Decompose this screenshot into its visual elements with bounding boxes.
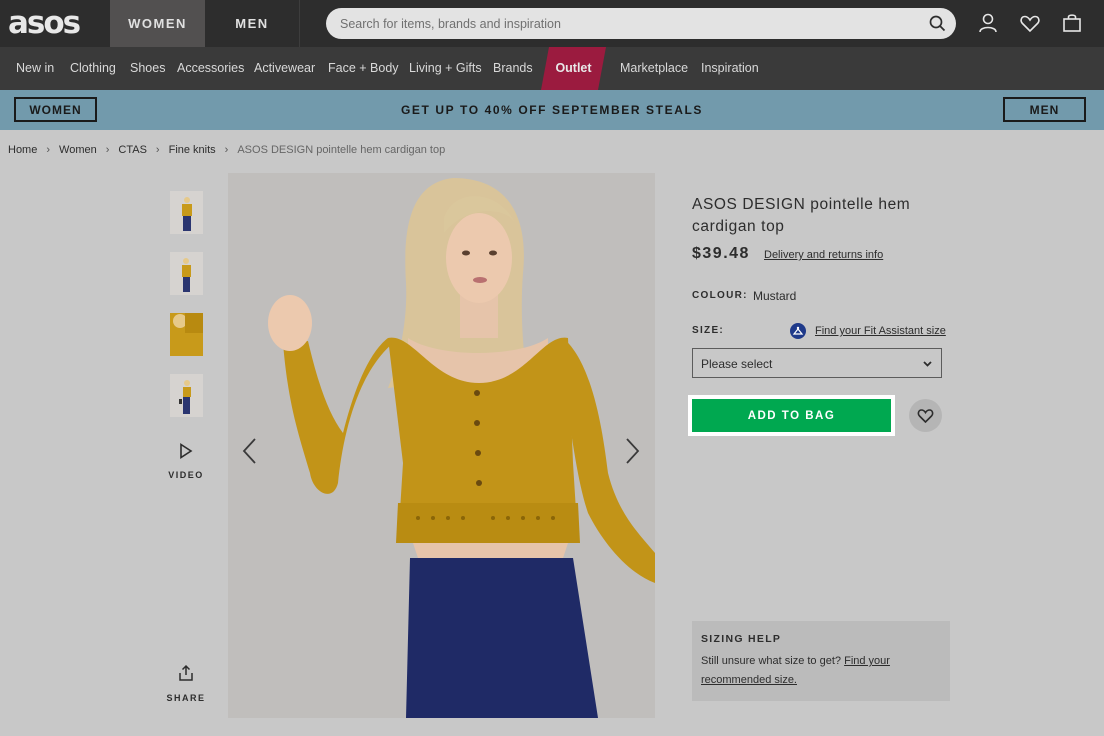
product-thumbnail[interactable] <box>170 252 203 295</box>
breadcrumb-separator: › <box>224 144 229 156</box>
chevron-down-icon <box>923 361 932 367</box>
product-main-image[interactable] <box>228 173 655 718</box>
breadcrumb: Home › Women › CTAS › Fine knits › ASOS DESIGN p… <box>8 144 445 156</box>
breadcrumb-separator: › <box>155 144 160 156</box>
product-thumbnail[interactable] <box>170 191 203 234</box>
nav-item-inspiration[interactable]: Inspiration <box>701 47 759 90</box>
product-thumbnail[interactable] <box>170 313 203 356</box>
colour-label: COLOUR: <box>692 290 748 301</box>
play-icon <box>180 443 193 459</box>
search-input[interactable] <box>340 8 920 39</box>
size-label: SIZE: <box>692 325 725 336</box>
nav-item-shoes[interactable]: Shoes <box>130 47 165 90</box>
breadcrumb-current: ASOS DESIGN pointelle hem cardigan top <box>237 144 446 156</box>
model-thumbnail-image <box>179 380 191 414</box>
fit-assistant-link[interactable]: Find your Fit Assistant size <box>815 325 946 337</box>
model-wearing-cardigan-image <box>228 173 655 718</box>
model-thumbnail-image <box>182 197 192 231</box>
promo-men-button[interactable]: MEN <box>1003 97 1086 122</box>
breadcrumb-fine-knits[interactable]: Fine knits <box>169 144 216 156</box>
bag-icon[interactable] <box>1061 12 1083 34</box>
sizing-help-text: Still unsure what size to get? Find your… <box>701 652 921 690</box>
video-label: VIDEO <box>168 470 204 480</box>
fit-assistant-icon[interactable] <box>790 323 806 339</box>
nav-item-clothing[interactable]: Clothing <box>70 47 116 90</box>
share-label: SHARE <box>166 693 206 703</box>
breadcrumb-ctas[interactable]: CTAS <box>118 144 147 156</box>
nav-item-activewear[interactable]: Activewear <box>254 47 315 90</box>
top-header: asos WOMEN MEN <box>0 0 1104 47</box>
breadcrumb-home[interactable]: Home <box>8 144 37 156</box>
tab-women[interactable]: WOMEN <box>110 0 205 47</box>
nav-item-new-in[interactable]: New in <box>16 47 54 90</box>
sizing-help-panel: SIZING HELP Still unsure what size to ge… <box>692 621 950 701</box>
size-select-value: Please select <box>701 357 773 371</box>
product-thumbnail[interactable] <box>170 374 203 417</box>
search-icon[interactable] <box>929 15 946 32</box>
tab-men[interactable]: MEN <box>205 0 300 47</box>
nav-item-face-body[interactable]: Face + Body <box>328 47 399 90</box>
heart-icon <box>917 409 934 423</box>
promo-text[interactable]: GET UP TO 40% OFF SEPTEMBER STEALS <box>0 90 1104 130</box>
category-nav: New in Clothing Shoes Accessories Active… <box>0 47 1104 90</box>
account-icon[interactable] <box>977 12 999 34</box>
sizing-help-message: Still unsure what size to get? <box>701 655 842 667</box>
delivery-returns-link[interactable]: Delivery and returns info <box>764 249 883 261</box>
breadcrumb-separator: › <box>46 144 51 156</box>
next-image-arrow[interactable] <box>622 436 642 466</box>
previous-image-arrow[interactable] <box>240 436 260 466</box>
search-bar <box>326 8 956 39</box>
model-closeup-image <box>170 313 203 356</box>
add-to-bag-focus-ring: ADD TO BAG <box>688 395 895 436</box>
promo-banner: GET UP TO 40% OFF SEPTEMBER STEALS WOMEN… <box>0 90 1104 130</box>
product-price: $39.48 <box>692 245 750 262</box>
nav-item-marketplace[interactable]: Marketplace <box>620 47 688 90</box>
promo-women-button[interactable]: WOMEN <box>14 97 97 122</box>
nav-item-brands[interactable]: Brands <box>493 47 533 90</box>
size-select[interactable]: Please select <box>692 348 942 378</box>
breadcrumb-separator: › <box>105 144 110 156</box>
nav-item-accessories[interactable]: Accessories <box>177 47 244 90</box>
share-button[interactable]: SHARE <box>166 664 206 703</box>
heart-icon[interactable] <box>1019 12 1041 34</box>
breadcrumb-women[interactable]: Women <box>59 144 97 156</box>
model-thumbnail-image <box>182 258 191 292</box>
video-button[interactable]: VIDEO <box>166 443 206 480</box>
nav-item-outlet[interactable]: Outlet <box>541 47 606 90</box>
save-for-later-button[interactable] <box>909 399 942 432</box>
add-to-bag-button[interactable]: ADD TO BAG <box>692 399 891 432</box>
nav-item-living-gifts[interactable]: Living + Gifts <box>409 47 482 90</box>
share-icon <box>179 664 193 681</box>
outlet-label: Outlet <box>555 61 592 75</box>
product-title: ASOS DESIGN pointelle hem cardigan top <box>692 196 911 235</box>
asos-logo[interactable]: asos <box>8 6 81 40</box>
colour-value: Mustard <box>753 289 797 303</box>
sizing-help-title: SIZING HELP <box>701 633 782 645</box>
